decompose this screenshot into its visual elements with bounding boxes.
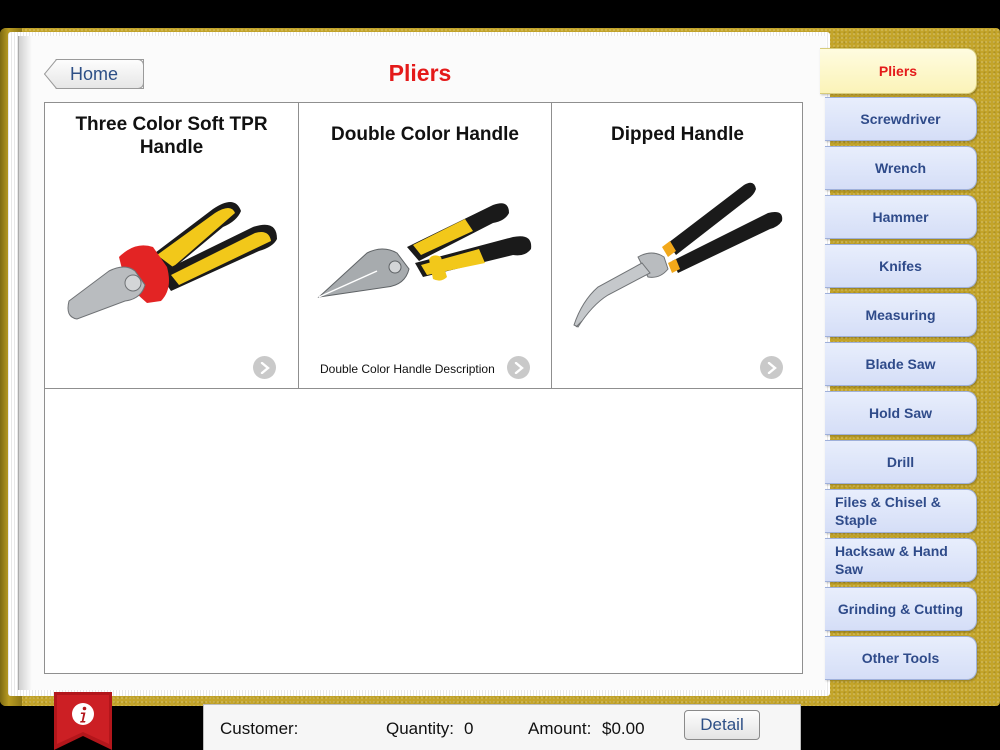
tab-label: Blade Saw bbox=[865, 356, 936, 372]
tab-blade-saw[interactable]: Blade Saw bbox=[825, 342, 977, 386]
tab-measuring[interactable]: Measuring bbox=[825, 293, 977, 337]
open-product-arrow[interactable] bbox=[253, 356, 276, 379]
order-summary-bar: Customer: Quantity: 0 Amount: $0.00 Deta… bbox=[203, 704, 801, 750]
amount-value: $0.00 bbox=[602, 719, 645, 738]
tab-label: Hold Saw bbox=[868, 405, 932, 421]
tab-label: Knifes bbox=[879, 258, 922, 274]
tab-label: Grinding & Cutting bbox=[837, 601, 964, 617]
tab-hold-saw[interactable]: Hold Saw bbox=[825, 391, 977, 435]
tab-knifes[interactable]: Knifes bbox=[825, 244, 977, 288]
tab-label: Other Tools bbox=[861, 650, 940, 666]
tab-hacksaw-hand-saw[interactable]: Hacksaw & Hand Saw bbox=[825, 538, 977, 582]
product-title: Dipped Handle bbox=[610, 124, 744, 145]
info-ribbon[interactable] bbox=[54, 692, 112, 750]
product-grid: Three Color Soft TPR Handle Double Color… bbox=[44, 102, 803, 674]
tab-wrench[interactable]: Wrench bbox=[825, 146, 977, 190]
bent-nose-pliers-icon bbox=[573, 182, 783, 328]
detail-button-label: Detail bbox=[700, 715, 744, 734]
home-button[interactable]: Home bbox=[44, 59, 144, 89]
tab-label: Pliers bbox=[878, 63, 918, 79]
tab-grinding-cutting[interactable]: Grinding & Cutting bbox=[825, 587, 977, 631]
product-card-three-color[interactable]: Three Color Soft TPR Handle bbox=[45, 103, 299, 389]
open-product-arrow[interactable] bbox=[760, 356, 783, 379]
chevron-right-icon bbox=[260, 361, 270, 374]
home-button-label: Home bbox=[69, 63, 118, 84]
info-icon bbox=[72, 703, 94, 725]
detail-button[interactable]: Detail bbox=[684, 710, 760, 740]
open-product-arrow[interactable] bbox=[507, 356, 530, 379]
tab-drill[interactable]: Drill bbox=[825, 440, 977, 484]
amount-label: Amount: bbox=[528, 719, 592, 738]
page-title: Pliers bbox=[388, 60, 452, 86]
tab-label: Wrench bbox=[874, 160, 927, 176]
tab-label: Hammer bbox=[872, 209, 929, 225]
combination-pliers-icon bbox=[67, 201, 277, 320]
tab-label: Hacksaw & Hand Saw bbox=[835, 543, 948, 577]
quantity-value: 0 bbox=[464, 719, 474, 738]
chevron-right-icon bbox=[514, 361, 524, 374]
tab-label: Files & Chisel & Staple bbox=[835, 494, 941, 528]
tab-screwdriver[interactable]: Screwdriver bbox=[825, 97, 977, 141]
product-description: Double Color Handle Description bbox=[320, 362, 495, 376]
tab-other-tools[interactable]: Other Tools bbox=[825, 636, 977, 680]
chevron-right-icon bbox=[767, 361, 777, 374]
diagonal-cutter-icon bbox=[317, 203, 532, 298]
quantity-label: Quantity: bbox=[386, 719, 455, 738]
product-title: Three Color Soft TPR Handle bbox=[75, 114, 268, 158]
product-card-double-color[interactable]: Double Color Handle Double Color Handle … bbox=[299, 103, 552, 389]
tab-label: Drill bbox=[886, 454, 915, 470]
product-card-dipped[interactable]: Dipped Handle bbox=[552, 103, 803, 389]
tab-label: Screwdriver bbox=[860, 111, 941, 127]
tab-hammer[interactable]: Hammer bbox=[825, 195, 977, 239]
tab-label: Measuring bbox=[865, 307, 936, 323]
tab-pliers[interactable]: Pliers bbox=[820, 48, 977, 94]
product-title: Double Color Handle bbox=[331, 124, 519, 145]
customer-label: Customer: bbox=[220, 719, 299, 738]
page-gutter-shadow bbox=[18, 36, 32, 690]
tab-files-chisel-staple[interactable]: Files & Chisel & Staple bbox=[825, 489, 977, 533]
